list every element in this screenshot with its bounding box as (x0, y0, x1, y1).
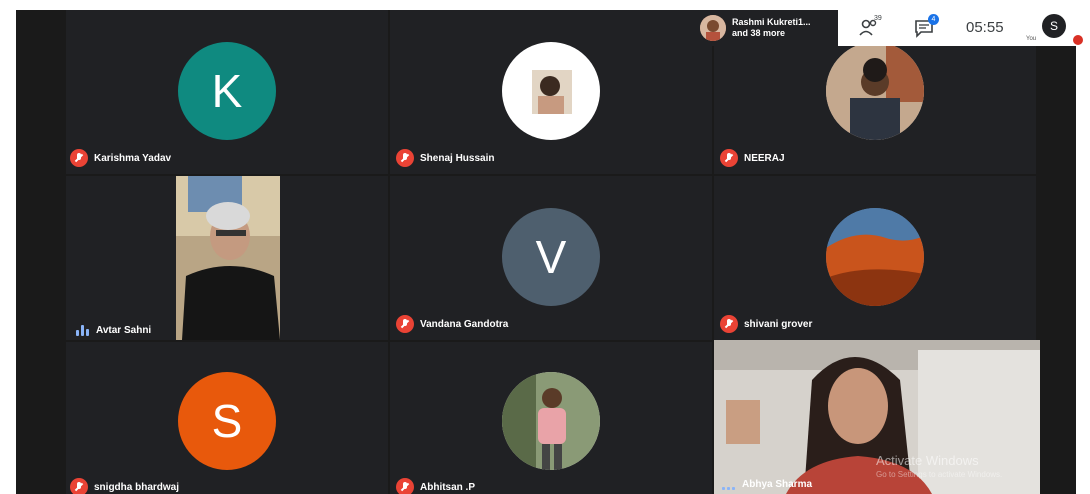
self-avatar[interactable]: S (1042, 14, 1066, 38)
participant-tile[interactable]: Abhitsan .P (390, 342, 712, 494)
speaking-indicator-icon (722, 478, 736, 490)
participants-chip-text: Rashmi Kukreti1... and 38 more (732, 17, 811, 38)
video-feed-image (176, 176, 280, 340)
participant-name-row: NEERAJ (720, 149, 785, 167)
participant-name-row: shivani grover (720, 315, 812, 333)
participant-name: Avtar Sahni (96, 324, 152, 336)
activate-windows-watermark: Activate Windows (876, 453, 979, 468)
speaking-indicator-icon (76, 324, 90, 336)
participant-name: NEERAJ (744, 152, 785, 164)
people-count: 39 (874, 15, 882, 22)
avatar (502, 42, 600, 140)
participant-tile[interactable]: shivani grover (714, 176, 1036, 340)
participant-name-row: snigdha bhardwaj (70, 478, 179, 494)
participant-name: Vandana Gandotra (420, 318, 509, 330)
participant-name: Abhya Sharma (742, 478, 813, 490)
avatar (502, 372, 600, 470)
participant-name: Karishma Yadav (94, 152, 172, 164)
participant-name: Shenaj Hussain (420, 152, 495, 164)
people-button[interactable]: 39 (858, 15, 882, 43)
participant-name-row: Abhya Sharma (722, 478, 812, 490)
avatar (700, 15, 726, 41)
avatar (826, 42, 924, 140)
activate-windows-hint: Go to Settings to activate Windows. (876, 470, 1003, 479)
participant-tile[interactable]: Avtar Sahni (66, 176, 388, 340)
video-feed (176, 176, 280, 340)
profile-photo-icon (826, 42, 924, 140)
participant-name-row: Karishma Yadav (70, 149, 171, 167)
participant-name: snigdha bhardwaj (94, 481, 180, 493)
mic-off-icon (396, 478, 414, 494)
mic-off-icon (720, 315, 738, 333)
mic-off-icon (70, 478, 88, 494)
profile-photo-icon (826, 208, 924, 306)
profile-photo-icon (700, 15, 726, 41)
profile-photo-icon (502, 372, 600, 470)
chat-button[interactable]: 4 (914, 14, 939, 43)
mic-off-icon (720, 149, 738, 167)
participant-name-row: Abhitsan .P (396, 478, 475, 494)
profile-photo-icon (532, 70, 572, 114)
participant-tile[interactable]: V Vandana Gandotra (390, 176, 712, 340)
self-label: You (1026, 36, 1037, 42)
participant-name: shivani grover (744, 318, 813, 330)
mic-off-icon (70, 149, 88, 167)
meeting-grid: K Karishma Yadav Shenaj Hussain NEERAJ A… (16, 10, 1076, 494)
participant-tile[interactable]: K Karishma Yadav (66, 10, 388, 174)
participant-name-row: Vandana Gandotra (396, 315, 508, 333)
avatar: K (178, 42, 276, 140)
participants-chip[interactable]: Rashmi Kukreti1... and 38 more (696, 10, 838, 46)
mic-off-icon (396, 315, 414, 333)
participant-name: Abhitsan .P (420, 481, 476, 493)
recording-indicator-icon (1073, 35, 1083, 45)
meeting-top-bar: Rashmi Kukreti1... and 38 more 39 4 05:5… (696, 10, 1083, 46)
meeting-clock: 05:55 (966, 19, 1004, 36)
participant-tile[interactable]: S snigdha bhardwaj (66, 342, 388, 494)
avatar: S (178, 372, 276, 470)
participant-tile[interactable]: Shenaj Hussain (390, 10, 712, 174)
avatar (826, 208, 924, 306)
participant-name-row: Avtar Sahni (76, 324, 151, 336)
mic-off-icon (396, 149, 414, 167)
avatar: V (502, 208, 600, 306)
participant-name-row: Shenaj Hussain (396, 149, 494, 167)
chat-badge: 4 (928, 14, 939, 25)
